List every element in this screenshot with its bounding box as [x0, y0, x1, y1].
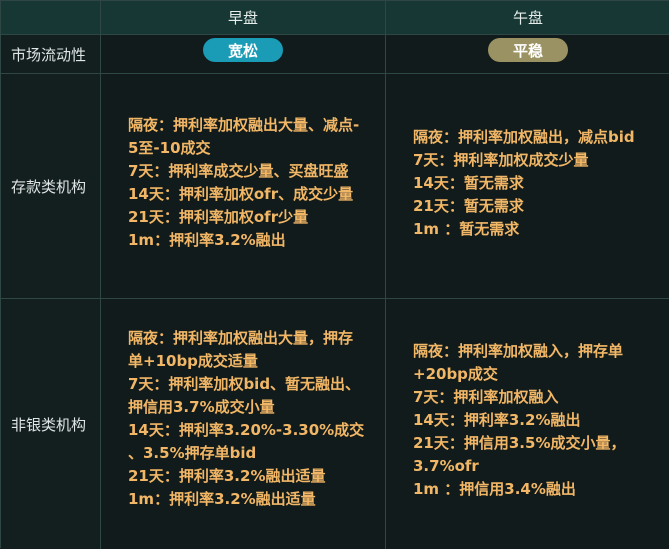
text-line: 、3.5%押存单bid [128, 444, 257, 462]
liquidity-morning-cell: 宽松 [101, 35, 386, 74]
row-label-nonbank: 非银类机构 [1, 299, 101, 549]
deposit-afternoon-cell: 隔夜：押利率加权融出，减点bid 7天：押利率加权成交少量 14天：暂无需求 2… [386, 74, 669, 299]
deposit-morning-text: 隔夜：押利率加权融出大量、减点- 5至-10成交 7天：押利率成交少量、买盘旺盛… [128, 114, 359, 252]
status-badge-afternoon: 平稳 [488, 38, 568, 62]
text-line: 21天：押信用3.5%成交小量， [413, 434, 626, 452]
text-line: 7天：押利率加权成交少量 [413, 151, 589, 169]
text-line: 1m ：暂无需求 [413, 220, 520, 238]
text-line: 7天：押利率成交少量、买盘旺盛 [128, 162, 349, 180]
text-line: 押信用3.7%成交小量 [128, 398, 275, 416]
nonbank-morning-text: 隔夜：押利率加权融出大量，押存 单+10bp成交适量 7天：押利率加权bid、暂… [128, 327, 364, 511]
liquidity-table: 早盘 午盘 市场流动性 宽松 平稳 存款类机构 隔夜：押利率加权融出大量、减点-… [0, 0, 669, 549]
text-line: 14天：押利率加权ofr、成交少量 [128, 185, 354, 203]
text-line: 隔夜：押利率加权融出，减点bid [413, 128, 635, 146]
text-line: 隔夜：押利率加权融出大量，押存 [128, 329, 354, 347]
text-line: 7天：押利率加权bid、暂无融出、 [128, 375, 361, 393]
text-line: 21天：暂无需求 [413, 197, 524, 215]
nonbank-afternoon-cell: 隔夜：押利率加权融入，押存单 +20bp成交 7天：押利率加权融入 14天：押利… [386, 299, 669, 549]
text-line: 7天：押利率加权融入 [413, 388, 559, 406]
header-afternoon: 午盘 [386, 1, 669, 35]
header-corner [1, 1, 101, 35]
text-line: 5至-10成交 [128, 139, 211, 157]
row-label-deposit: 存款类机构 [1, 74, 101, 299]
row-label-liquidity: 市场流动性 [1, 35, 101, 74]
text-line: 1m：押利率3.2%融出适量 [128, 490, 316, 508]
text-line: +20bp成交 [413, 365, 498, 383]
text-line: 21天：押利率3.2%融出适量 [128, 467, 326, 485]
nonbank-morning-cell: 隔夜：押利率加权融出大量，押存 单+10bp成交适量 7天：押利率加权bid、暂… [101, 299, 386, 549]
text-line: 14天：押利率3.20%-3.30%成交 [128, 421, 365, 439]
text-line: 隔夜：押利率加权融出大量、减点- [128, 116, 360, 134]
nonbank-afternoon-text: 隔夜：押利率加权融入，押存单 +20bp成交 7天：押利率加权融入 14天：押利… [413, 340, 625, 501]
header-morning: 早盘 [101, 1, 386, 35]
text-line: 21天：押利率加权ofr少量 [128, 208, 309, 226]
deposit-afternoon-text: 隔夜：押利率加权融出，减点bid 7天：押利率加权成交少量 14天：暂无需求 2… [413, 126, 635, 241]
status-badge-morning: 宽松 [203, 38, 283, 62]
text-line: 单+10bp成交适量 [128, 352, 258, 370]
liquidity-afternoon-cell: 平稳 [386, 35, 669, 74]
text-line: 1m ：押信用3.4%融出 [413, 480, 576, 498]
text-line: 14天：押利率3.2%融出 [413, 411, 581, 429]
text-line: 3.7%ofr [413, 457, 479, 475]
text-line: 14天：暂无需求 [413, 174, 524, 192]
deposit-morning-cell: 隔夜：押利率加权融出大量、减点- 5至-10成交 7天：押利率成交少量、买盘旺盛… [101, 74, 386, 299]
text-line: 隔夜：押利率加权融入，押存单 [413, 342, 624, 360]
text-line: 1m：押利率3.2%融出 [128, 231, 286, 249]
